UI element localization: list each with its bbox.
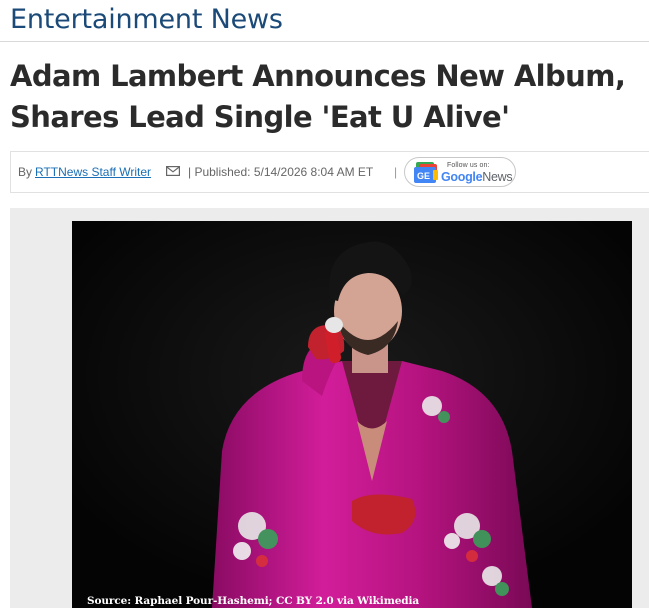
byline-prefix: By: [18, 165, 33, 179]
follow-us-text: Follow us on:: [447, 162, 490, 169]
article-image: [72, 221, 632, 608]
author-link[interactable]: RTTNews Staff Writer: [35, 165, 151, 179]
byline-bar: By RTTNews Staff Writer | Published: 5/1…: [10, 151, 649, 193]
google-news-logo-letters: GE: [417, 171, 430, 181]
news-word: News: [482, 170, 513, 184]
google-word: Google: [441, 170, 483, 184]
google-news-wordmark: GoogleNews: [441, 170, 513, 184]
section-header: Entertainment News: [0, 0, 649, 42]
section-title[interactable]: Entertainment News: [10, 4, 283, 35]
google-news-logo-icon: GE: [414, 162, 438, 183]
google-news-follow-button[interactable]: GE Follow us on: GoogleNews: [404, 157, 516, 187]
byline-separator: |: [394, 165, 398, 179]
mail-icon[interactable]: [166, 166, 180, 176]
article-headline: Adam Lambert Announces New Album, Shares…: [10, 59, 626, 134]
published-date: | Published: 5/14/2026 8:04 AM ET: [188, 165, 374, 179]
performer-illustration: [72, 221, 632, 608]
image-caption: Source: Raphael Pour-Hashemi; CC BY 2.0 …: [87, 595, 420, 607]
